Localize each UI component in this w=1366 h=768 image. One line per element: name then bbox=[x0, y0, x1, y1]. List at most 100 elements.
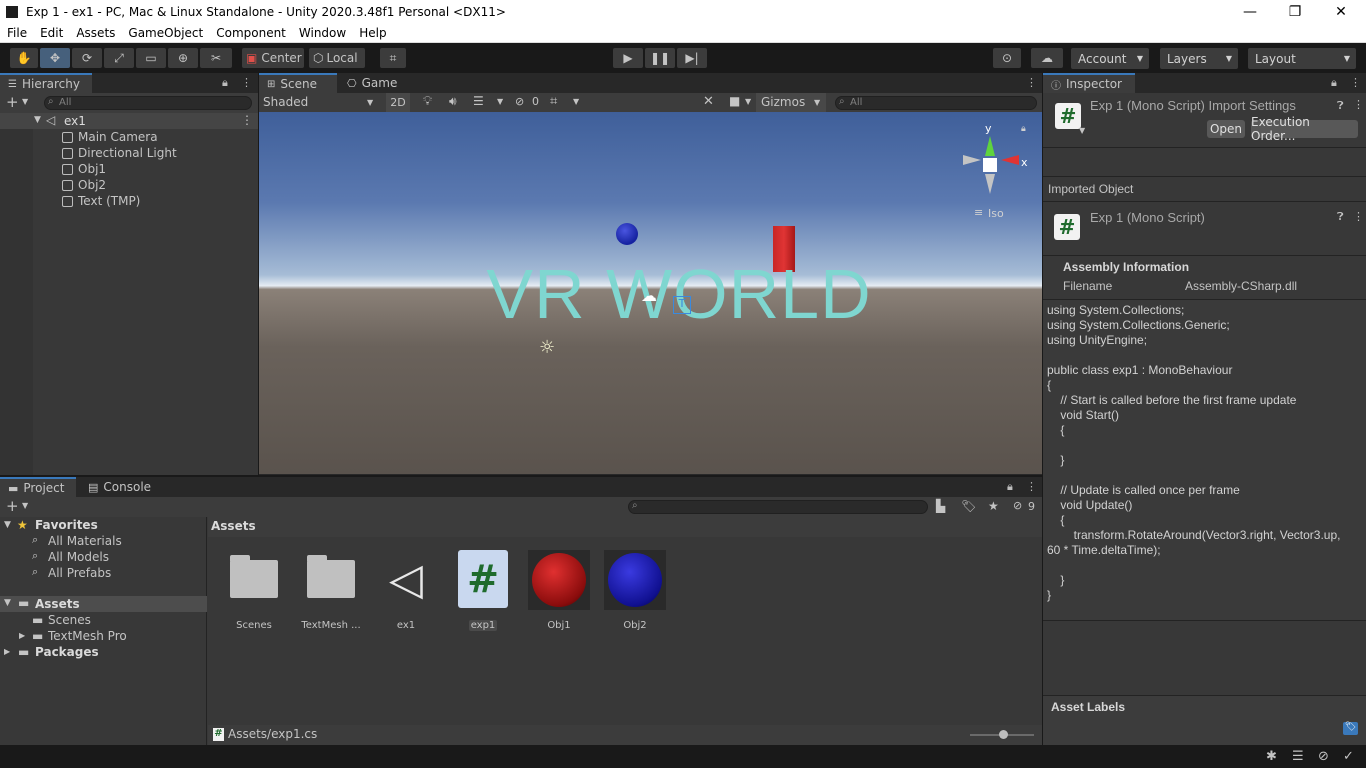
rect-tool-icon[interactable]: ▭ bbox=[136, 48, 166, 68]
more-options-icon[interactable]: ⋮ bbox=[241, 76, 252, 89]
camera-icon[interactable]: ■ bbox=[729, 94, 740, 108]
tab-inspector[interactable]: ⓘ Inspector bbox=[1043, 73, 1135, 93]
hierarchy-item[interactable]: Text (TMP) bbox=[62, 193, 140, 209]
favorite-star-icon[interactable]: ★ bbox=[988, 499, 999, 513]
menu-help[interactable]: Help bbox=[352, 26, 392, 40]
hierarchy-item[interactable]: Obj1 bbox=[62, 161, 106, 177]
filter-label-icon[interactable]: 🏷︎ bbox=[961, 499, 976, 513]
lock-icon[interactable]: 🔒︎ bbox=[1007, 480, 1013, 494]
tree-folder-textmesh[interactable]: TextMesh Pro bbox=[48, 629, 127, 643]
favorites-item[interactable]: All Materials bbox=[48, 534, 122, 548]
hierarchy-item[interactable]: Main Camera bbox=[62, 129, 158, 145]
cloud-icon[interactable]: ☁ bbox=[1031, 48, 1063, 68]
grid-snap-icon[interactable]: ⌗ bbox=[380, 48, 406, 68]
tab-scene[interactable]: ⊞ Scene bbox=[259, 73, 337, 93]
x-axis-cone[interactable] bbox=[1001, 155, 1019, 165]
2d-toggle[interactable]: 2D bbox=[386, 93, 410, 112]
auto-generate-lighting-icon[interactable]: ⊘ bbox=[1318, 749, 1329, 764]
more-options-icon[interactable]: ⋮ bbox=[1353, 98, 1364, 111]
chevron-down-icon[interactable]: ▼ bbox=[1079, 126, 1085, 135]
projection-label[interactable]: Iso bbox=[988, 207, 1004, 220]
close-button[interactable]: ✕ bbox=[1318, 0, 1364, 23]
layers-dropdown[interactable]: Layers ▼ bbox=[1160, 48, 1238, 69]
more-options-icon[interactable]: ⋮ bbox=[1350, 76, 1361, 89]
hierarchy-item[interactable]: Directional Light bbox=[62, 145, 177, 161]
chevron-down-icon[interactable]: ▼ bbox=[22, 97, 28, 106]
more-options-icon[interactable]: ⋮ bbox=[241, 113, 253, 127]
expand-arrow-icon[interactable]: ▼ bbox=[4, 520, 11, 530]
menu-edit[interactable]: Edit bbox=[33, 26, 69, 40]
audio-toggle-icon[interactable]: 🔊︎ bbox=[449, 94, 457, 109]
scene-row[interactable]: ▼ ◁ ex1 ⋮ bbox=[0, 113, 258, 129]
shading-dropdown[interactable]: Shaded ▼ bbox=[259, 93, 379, 112]
chevron-down-icon[interactable]: ▼ bbox=[573, 97, 579, 106]
projection-menu-icon[interactable]: ≡ bbox=[974, 206, 983, 219]
pivot-toggle[interactable]: ▣ Center bbox=[242, 48, 304, 68]
custom-tool-icon[interactable]: ✂ bbox=[200, 48, 232, 68]
lighting-toggle-icon[interactable]: 💡︎ bbox=[423, 94, 432, 109]
expand-arrow-icon[interactable]: ▶ bbox=[4, 647, 10, 656]
asset-scenes-folder[interactable]: Scenes bbox=[219, 550, 289, 631]
world-text[interactable]: VR WORLD bbox=[459, 254, 899, 334]
light-gizmo-icon[interactable]: ☼ bbox=[539, 337, 555, 358]
more-options-icon[interactable]: ⋮ bbox=[1026, 480, 1037, 493]
add-icon[interactable]: + bbox=[6, 93, 19, 111]
pause-button[interactable]: ❚❚ bbox=[645, 48, 675, 68]
tree-folder-scenes[interactable]: Scenes bbox=[48, 613, 91, 627]
add-icon[interactable]: + bbox=[6, 497, 19, 515]
neg-x-axis-cone[interactable] bbox=[963, 155, 981, 165]
scene-search-input[interactable]: All bbox=[835, 96, 1037, 110]
minimize-button[interactable]: — bbox=[1227, 0, 1273, 23]
menu-component[interactable]: Component bbox=[209, 26, 292, 40]
center-cube[interactable] bbox=[983, 158, 997, 172]
lock-icon[interactable]: 🔒︎ bbox=[222, 76, 228, 90]
account-dropdown[interactable]: Account ▼ bbox=[1071, 48, 1149, 69]
lock-icon[interactable]: 🔒︎ bbox=[1331, 76, 1337, 90]
rotate-tool-icon[interactable]: ⟳ bbox=[72, 48, 102, 68]
scale-tool-icon[interactable]: ⤢ bbox=[104, 48, 134, 68]
y-axis-cone[interactable] bbox=[985, 136, 995, 156]
effects-toggle-icon[interactable]: ☰ bbox=[473, 94, 484, 108]
breadcrumb[interactable]: Assets bbox=[211, 519, 256, 533]
favorites-item[interactable]: All Models bbox=[48, 550, 109, 564]
progress-icon[interactable]: ☰ bbox=[1292, 749, 1304, 764]
menu-file[interactable]: File bbox=[0, 26, 33, 40]
hierarchy-search-input[interactable]: All bbox=[44, 96, 252, 110]
label-tag-icon[interactable]: 🏷︎ bbox=[1343, 722, 1358, 735]
transform-tool-icon[interactable]: ⊕ bbox=[168, 48, 198, 68]
help-icon[interactable]: ❓︎ bbox=[1337, 210, 1344, 224]
hand-tool-icon[interactable]: ✋ bbox=[10, 48, 38, 68]
lock-icon[interactable]: 🔒︎ bbox=[1021, 124, 1026, 134]
hidden-packages-icon[interactable]: ⊘ bbox=[1013, 499, 1022, 512]
open-button[interactable]: Open bbox=[1207, 120, 1245, 138]
text-gizmo-icon[interactable]: T bbox=[673, 296, 691, 314]
obj2-sphere[interactable] bbox=[616, 223, 638, 245]
asset-obj2-material[interactable]: Obj2 bbox=[600, 550, 670, 631]
maximize-button[interactable]: ❐ bbox=[1272, 0, 1318, 23]
more-options-icon[interactable]: ⋮ bbox=[1353, 210, 1364, 223]
asset-textmesh-folder[interactable]: TextMesh ... bbox=[296, 550, 366, 631]
packages-label[interactable]: Packages bbox=[35, 645, 99, 659]
neg-y-axis-cone[interactable] bbox=[985, 174, 995, 194]
tools-icon[interactable]: ✕ bbox=[703, 94, 714, 109]
chevron-down-icon[interactable]: ▼ bbox=[22, 501, 28, 510]
asset-exp1-script[interactable]: # exp1 bbox=[448, 550, 518, 631]
orientation-gizmo[interactable]: y x 🔒︎ ≡ Iso bbox=[959, 120, 1039, 220]
filter-type-icon[interactable]: ▙ bbox=[936, 499, 945, 513]
more-options-icon[interactable]: ⋮ bbox=[1026, 76, 1037, 89]
collab-icon[interactable]: ⊙ bbox=[993, 48, 1021, 68]
grid-toggle-icon[interactable]: ⌗ bbox=[550, 94, 557, 109]
menu-gameobject[interactable]: GameObject bbox=[121, 26, 209, 40]
tab-game[interactable]: ⎔ Game bbox=[339, 73, 409, 93]
expand-arrow-icon[interactable]: ▶ bbox=[19, 631, 25, 640]
project-search-input[interactable] bbox=[628, 500, 928, 514]
chevron-down-icon[interactable]: ▼ bbox=[497, 97, 503, 106]
asset-obj1-material[interactable]: Obj1 bbox=[524, 550, 594, 631]
play-button[interactable]: ▶ bbox=[613, 48, 643, 68]
favorites-item[interactable]: All Prefabs bbox=[48, 566, 111, 580]
help-icon[interactable]: ❓︎ bbox=[1337, 99, 1344, 113]
expand-arrow-icon[interactable]: ▼ bbox=[34, 115, 41, 125]
bug-icon[interactable]: ✱ bbox=[1266, 749, 1277, 764]
step-button[interactable]: ▶| bbox=[677, 48, 707, 68]
tab-hierarchy[interactable]: ☰ Hierarchy bbox=[0, 73, 92, 93]
